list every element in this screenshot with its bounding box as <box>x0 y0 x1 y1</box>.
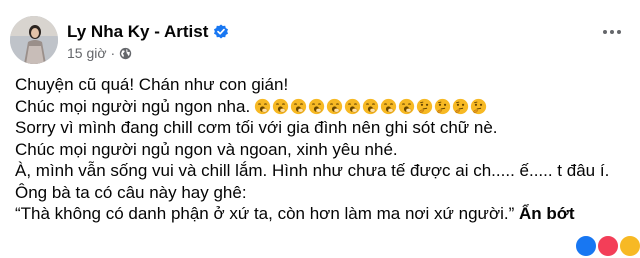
yawning-face-emoji-icon <box>309 98 325 114</box>
meta-separator: · <box>110 45 116 61</box>
post-line: “Thà không có danh phận ở xứ ta, còn hơn… <box>15 203 615 225</box>
yawning-face-emoji-icon <box>291 98 307 114</box>
public-globe-icon[interactable] <box>119 47 132 60</box>
more-dot-icon <box>617 30 621 34</box>
post-line: Chúc mọi người ngủ ngon nha. <box>15 96 615 118</box>
post-line: À, mình vẫn sống vui và chill lắm. Hình … <box>15 161 610 180</box>
reaction-icons[interactable] <box>574 234 640 258</box>
yawning-face-emoji-icon <box>381 98 397 114</box>
post-body: Chuyện cũ quá! Chán như con gián! Chúc m… <box>15 74 615 225</box>
yawning-face-emoji-icon <box>399 98 415 114</box>
yawning-face-emoji-icon <box>327 98 343 114</box>
see-less-button[interactable]: Ẩn bớt <box>519 204 575 223</box>
post-meta: 15 giờ · <box>67 44 132 62</box>
like-reaction-icon <box>574 234 598 258</box>
yawning-face-emoji-icon <box>255 98 271 114</box>
post-header: Ly Nha Ky - Artist 15 giờ · <box>10 16 630 64</box>
post-line: Chuyện cũ quá! Chán như con gián! <box>15 75 289 94</box>
post-line-text: Chúc mọi người ngủ ngon nha. <box>15 96 251 116</box>
yawning-face-emoji-icon <box>363 98 379 114</box>
post-line: Chúc mọi người ngủ ngon và ngoan, xinh y… <box>15 139 398 159</box>
post-line: Ông bà ta có câu này hay ghê: <box>15 182 247 202</box>
thinking-face-emoji-icon <box>435 98 451 114</box>
author-avatar[interactable] <box>10 16 58 64</box>
more-dot-icon <box>603 30 607 34</box>
love-reaction-icon <box>596 234 620 258</box>
yawning-face-emoji-icon <box>345 98 361 114</box>
author-name-text[interactable]: Ly Nha Ky - Artist <box>67 22 208 41</box>
thinking-face-emoji-icon <box>471 98 487 114</box>
post-line-text: “Thà không có danh phận ở xứ ta, còn hơn… <box>15 204 515 223</box>
emoji-row <box>254 98 488 115</box>
post-line: Sorry vì mình đang chill cơm tối với gia… <box>15 118 498 137</box>
haha-reaction-icon <box>618 234 640 258</box>
author-name[interactable]: Ly Nha Ky - Artist <box>67 22 229 42</box>
thinking-face-emoji-icon <box>417 98 433 114</box>
more-dot-icon <box>610 30 614 34</box>
yawning-face-emoji-icon <box>273 98 289 114</box>
more-options-button[interactable] <box>594 18 630 46</box>
thinking-face-emoji-icon <box>453 98 469 114</box>
post-time[interactable]: 15 giờ <box>67 45 107 61</box>
verified-badge-icon <box>214 24 229 39</box>
